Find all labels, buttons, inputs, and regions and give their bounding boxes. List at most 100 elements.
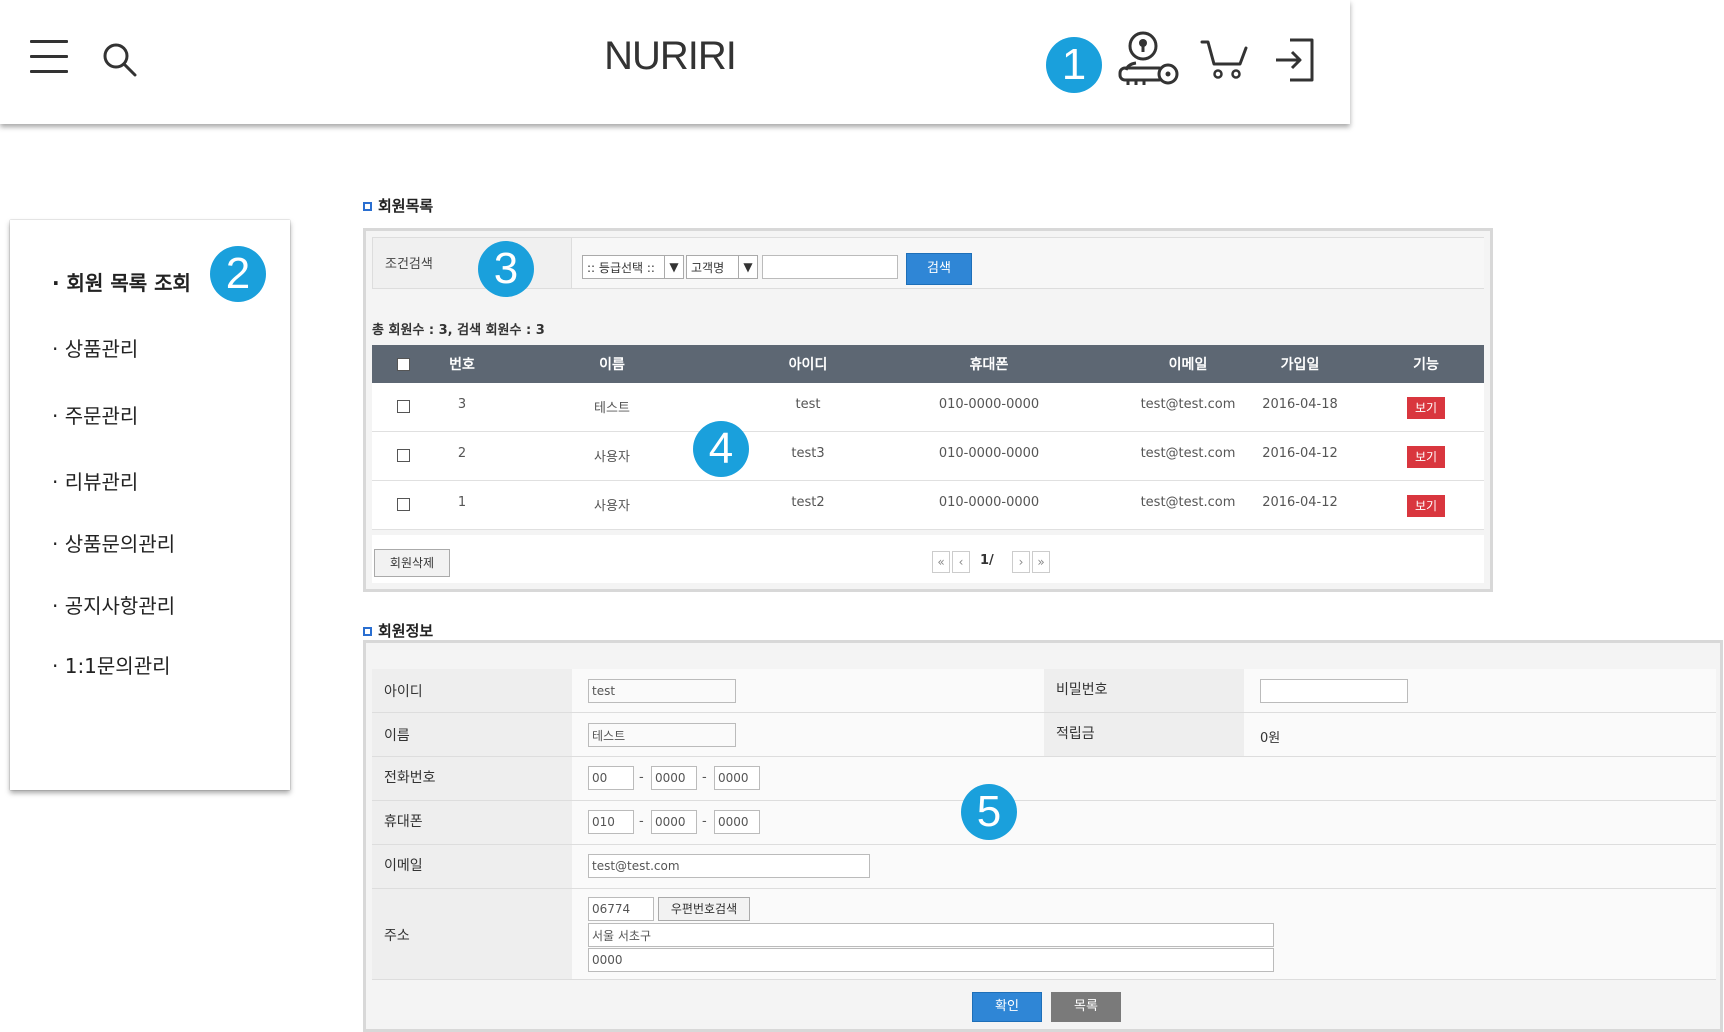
form-row-tel: 전화번호 - - xyxy=(372,757,1716,801)
col-header-email: 이메일 xyxy=(1168,357,1208,373)
cell-number: 3 xyxy=(457,397,467,412)
value-cell-tel: - - xyxy=(572,757,1716,800)
sidebar-item-notices[interactable]: · 공지사항관리 xyxy=(52,590,175,619)
cell-name: 사용자 xyxy=(594,450,630,465)
zipcode-search-button[interactable]: 우편번호검색 xyxy=(658,897,750,921)
address-line1-field[interactable] xyxy=(588,923,1274,947)
search-controls: :: 등급선택 :: ▼ 고객명 ▼ 검색 xyxy=(571,238,1484,288)
sidebar-item-orders[interactable]: · 주문관리 xyxy=(52,400,138,429)
label-address: 주소 xyxy=(372,889,572,979)
mobile-part3-field[interactable] xyxy=(714,810,760,834)
cell-joined: 2016-04-12 xyxy=(1262,446,1338,461)
sidebar-item-products[interactable]: · 상품관리 xyxy=(52,333,138,362)
search-button[interactable]: 검색 xyxy=(906,253,972,285)
view-button[interactable]: 보기 xyxy=(1407,446,1445,468)
cell-joined: 2016-04-12 xyxy=(1262,495,1338,510)
sidebar-item-reviews[interactable]: · 리뷰관리 xyxy=(52,466,138,495)
sidebar-item-one-to-one[interactable]: · 1:1문의관리 xyxy=(52,650,171,679)
admin-sidebar: · 회원 목록 조회 · 상품관리 · 주문관리 · 리뷰관리 · 상품문의관리… xyxy=(10,220,290,790)
col-header-joined: 가입일 xyxy=(1280,357,1320,373)
row-checkbox[interactable] xyxy=(397,498,410,511)
value-cell-address: 우편번호검색 xyxy=(572,889,1716,979)
value-cell-mobile: - - xyxy=(572,801,1716,844)
select-all-checkbox[interactable] xyxy=(397,358,410,371)
form-row-address: 주소 우편번호검색 xyxy=(372,889,1716,980)
list-button[interactable]: 목록 xyxy=(1051,992,1121,1022)
label-points: 적립금 xyxy=(1044,713,1244,756)
table-row[interactable]: 2 사용자 test3 010-0000-0000 test@test.com … xyxy=(372,432,1484,481)
tel-part1-field[interactable] xyxy=(588,766,634,790)
search-icon[interactable] xyxy=(100,40,140,80)
grade-select-value: :: 등급선택 :: xyxy=(587,261,655,275)
cell-mobile: 010-0000-0000 xyxy=(938,397,1040,412)
callout-badge-5: 5 xyxy=(961,784,1017,840)
row-checkbox[interactable] xyxy=(397,449,410,462)
hamburger-menu-icon[interactable] xyxy=(30,40,68,76)
callout-badge-3: 3 xyxy=(478,241,534,297)
mobile-part2-field[interactable] xyxy=(651,810,697,834)
logout-icon[interactable] xyxy=(1272,36,1318,84)
form-row-id: 아이디 비밀번호 xyxy=(372,669,1716,713)
member-list-title: 회원목록 xyxy=(378,197,434,215)
view-button[interactable]: 보기 xyxy=(1407,495,1445,517)
email-field[interactable] xyxy=(588,854,870,878)
value-cell-email xyxy=(572,845,1716,888)
name-field[interactable] xyxy=(588,723,736,747)
cell-id: test xyxy=(795,397,821,412)
field-select-value: 고객명 xyxy=(691,261,725,275)
cell-number: 1 xyxy=(457,495,467,510)
form-row-name: 이름 적립금 0원 xyxy=(372,713,1716,757)
chevron-down-icon: ▼ xyxy=(664,256,683,278)
tel-part3-field[interactable] xyxy=(714,766,760,790)
table-row[interactable]: 1 사용자 test2 010-0000-0000 test@test.com … xyxy=(372,481,1484,530)
form-row-mobile: 휴대폰 - - xyxy=(372,801,1716,845)
callout-badge-4: 4 xyxy=(693,421,749,477)
top-navigation-bar: NURIRI 1 xyxy=(0,0,1350,124)
col-header-name: 이름 xyxy=(599,357,625,373)
sidebar-item-member-list[interactable]: · 회원 목록 조회 xyxy=(52,267,191,296)
row-checkbox[interactable] xyxy=(397,400,410,413)
tel-part2-field[interactable] xyxy=(651,766,697,790)
form-row-email: 이메일 xyxy=(372,845,1716,889)
grade-select[interactable]: :: 등급선택 :: ▼ xyxy=(582,255,684,279)
delete-member-button[interactable]: 회원삭제 xyxy=(374,549,450,577)
search-keyword-input[interactable] xyxy=(762,255,898,279)
dash-separator: - xyxy=(702,770,707,785)
view-button[interactable]: 보기 xyxy=(1407,397,1445,419)
member-list-footer: 회원삭제 « ‹ 1/ › » xyxy=(372,535,1484,583)
sidebar-item-product-inquiries[interactable]: · 상품문의관리 xyxy=(52,528,175,557)
mobile-part1-field[interactable] xyxy=(588,810,634,834)
dash-separator: - xyxy=(639,814,644,829)
next-page-button[interactable]: › xyxy=(1012,551,1030,573)
admin-key-icon[interactable] xyxy=(1116,28,1182,92)
search-condition-label: 조건검색 xyxy=(385,257,433,272)
dash-separator: - xyxy=(702,814,707,829)
col-header-id: 아이디 xyxy=(788,357,828,373)
zipcode-field[interactable] xyxy=(588,897,654,921)
value-cell-points: 0원 xyxy=(1244,713,1716,756)
table-row[interactable]: 3 테스트 test 010-0000-0000 test@test.com 2… xyxy=(372,383,1484,432)
callout-badge-1: 1 xyxy=(1046,37,1102,93)
value-cell-password xyxy=(1244,669,1716,712)
first-page-button[interactable]: « xyxy=(932,551,950,573)
member-info-heading: 회원정보 xyxy=(363,620,433,641)
address-line2-field[interactable] xyxy=(588,948,1274,972)
last-page-button[interactable]: » xyxy=(1032,551,1050,573)
dash-separator: - xyxy=(639,770,644,785)
password-field[interactable] xyxy=(1260,679,1408,703)
confirm-button[interactable]: 확인 xyxy=(972,992,1042,1022)
member-list-heading: 회원목록 xyxy=(363,195,433,216)
cell-mobile: 010-0000-0000 xyxy=(938,446,1040,461)
callout-badge-2: 2 xyxy=(210,246,266,302)
brand-logo[interactable]: NURIRI xyxy=(560,34,780,79)
id-field[interactable] xyxy=(588,679,736,703)
cell-id: test3 xyxy=(791,446,825,461)
page-indicator: 1/ xyxy=(980,553,994,568)
field-select[interactable]: 고객명 ▼ xyxy=(686,255,758,279)
prev-page-button[interactable]: ‹ xyxy=(952,551,970,573)
label-email: 이메일 xyxy=(372,845,572,888)
value-cell-id xyxy=(572,669,1044,712)
cart-icon[interactable] xyxy=(1200,38,1248,82)
value-cell-name xyxy=(572,713,1044,756)
search-condition-box: 조건검색 :: 등급선택 :: ▼ 고객명 ▼ 검색 xyxy=(372,237,1484,289)
